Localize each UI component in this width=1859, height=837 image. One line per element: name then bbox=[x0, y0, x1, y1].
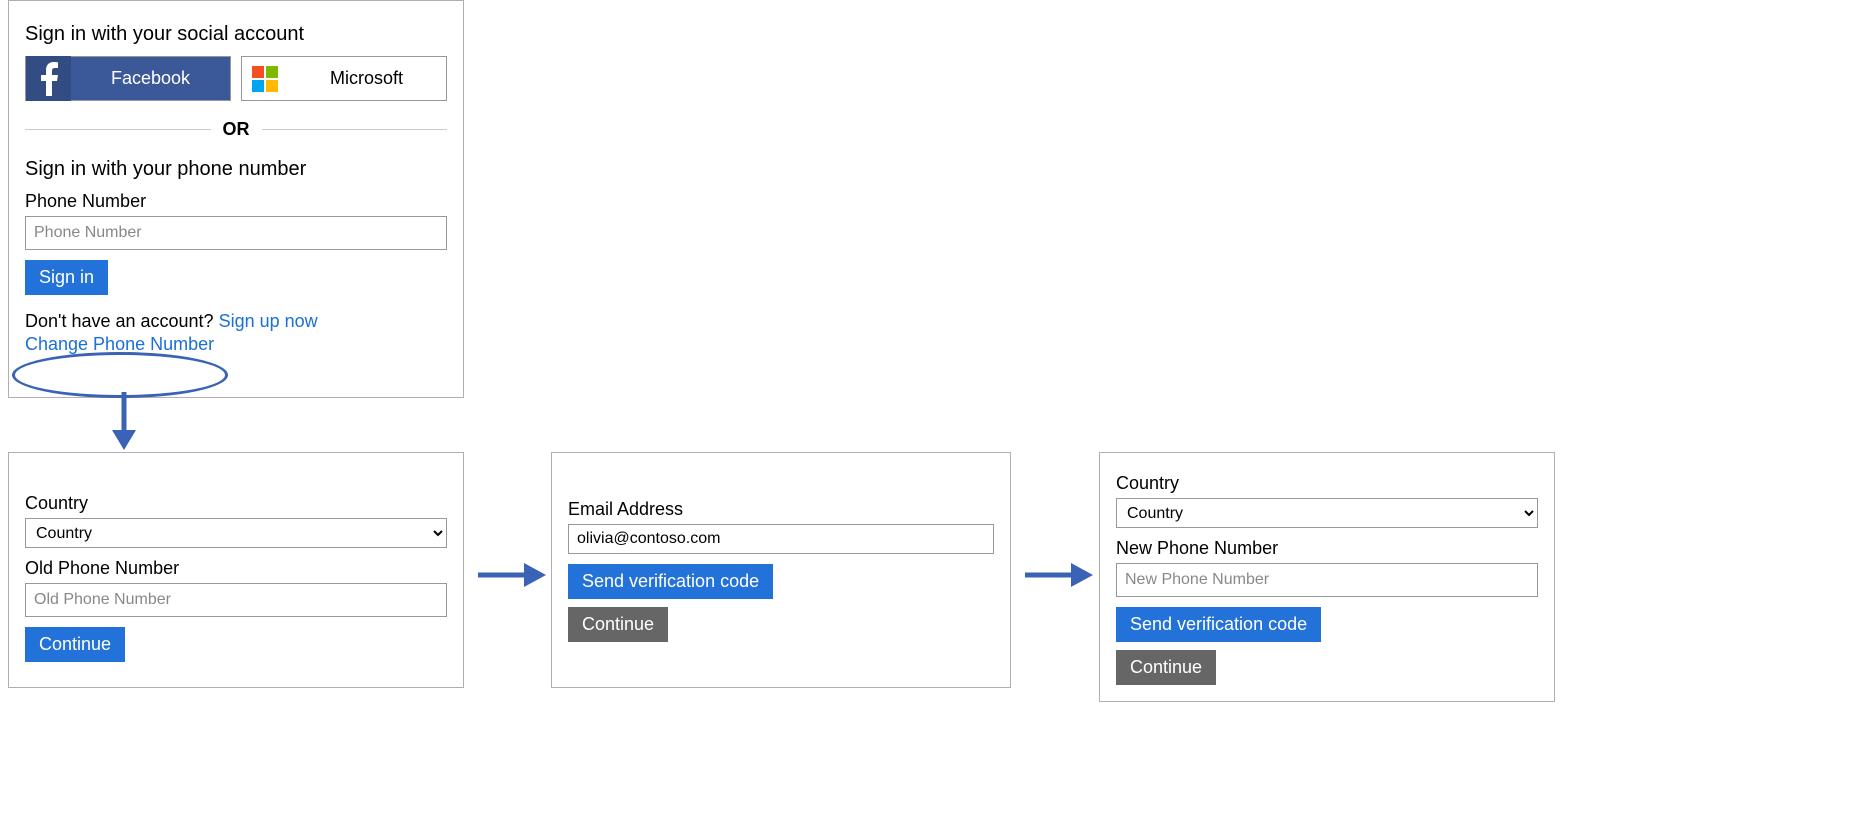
facebook-button[interactable]: Facebook bbox=[25, 56, 231, 101]
continue-button[interactable]: Continue bbox=[25, 627, 125, 662]
or-divider: OR bbox=[25, 119, 447, 140]
facebook-label: Facebook bbox=[71, 68, 230, 89]
facebook-icon bbox=[26, 56, 71, 101]
continue-button[interactable]: Continue bbox=[1116, 650, 1216, 685]
microsoft-button[interactable]: Microsoft bbox=[241, 56, 447, 101]
old-phone-panel: Country Country Old Phone Number Continu… bbox=[8, 452, 464, 688]
or-label: OR bbox=[211, 119, 262, 140]
old-phone-label: Old Phone Number bbox=[25, 558, 447, 579]
microsoft-icon bbox=[242, 56, 287, 101]
new-phone-input[interactable] bbox=[1116, 563, 1538, 597]
send-code-button[interactable]: Send verification code bbox=[568, 564, 773, 599]
no-account-text: Don't have an account? bbox=[25, 311, 219, 331]
signup-link[interactable]: Sign up now bbox=[219, 311, 318, 331]
country-label: Country bbox=[25, 493, 447, 514]
country-select[interactable]: Country bbox=[1116, 498, 1538, 528]
microsoft-label: Microsoft bbox=[287, 68, 446, 89]
change-phone-link[interactable]: Change Phone Number bbox=[25, 334, 214, 354]
old-phone-input[interactable] bbox=[25, 583, 447, 617]
signup-row: Don't have an account? Sign up now bbox=[25, 311, 447, 332]
country-label: Country bbox=[1116, 473, 1538, 494]
social-buttons-row: Facebook Microsoft bbox=[25, 56, 447, 101]
arrow-right-icon bbox=[1025, 560, 1095, 590]
new-phone-label: New Phone Number bbox=[1116, 538, 1538, 559]
email-input[interactable] bbox=[568, 524, 994, 554]
country-select[interactable]: Country bbox=[25, 518, 447, 548]
social-signin-heading: Sign in with your social account bbox=[25, 23, 447, 46]
new-phone-panel: Country Country New Phone Number Send ve… bbox=[1099, 452, 1555, 702]
phone-number-label: Phone Number bbox=[25, 191, 447, 212]
email-label: Email Address bbox=[568, 499, 994, 520]
signin-button[interactable]: Sign in bbox=[25, 260, 108, 295]
arrow-right-icon bbox=[478, 560, 548, 590]
send-code-button[interactable]: Send verification code bbox=[1116, 607, 1321, 642]
arrow-down-icon bbox=[104, 392, 144, 452]
signin-panel: Sign in with your social account Faceboo… bbox=[8, 0, 464, 398]
phone-signin-heading: Sign in with your phone number bbox=[25, 158, 447, 181]
phone-number-input[interactable] bbox=[25, 216, 447, 250]
continue-button[interactable]: Continue bbox=[568, 607, 668, 642]
email-panel: Email Address Send verification code Con… bbox=[551, 452, 1011, 688]
